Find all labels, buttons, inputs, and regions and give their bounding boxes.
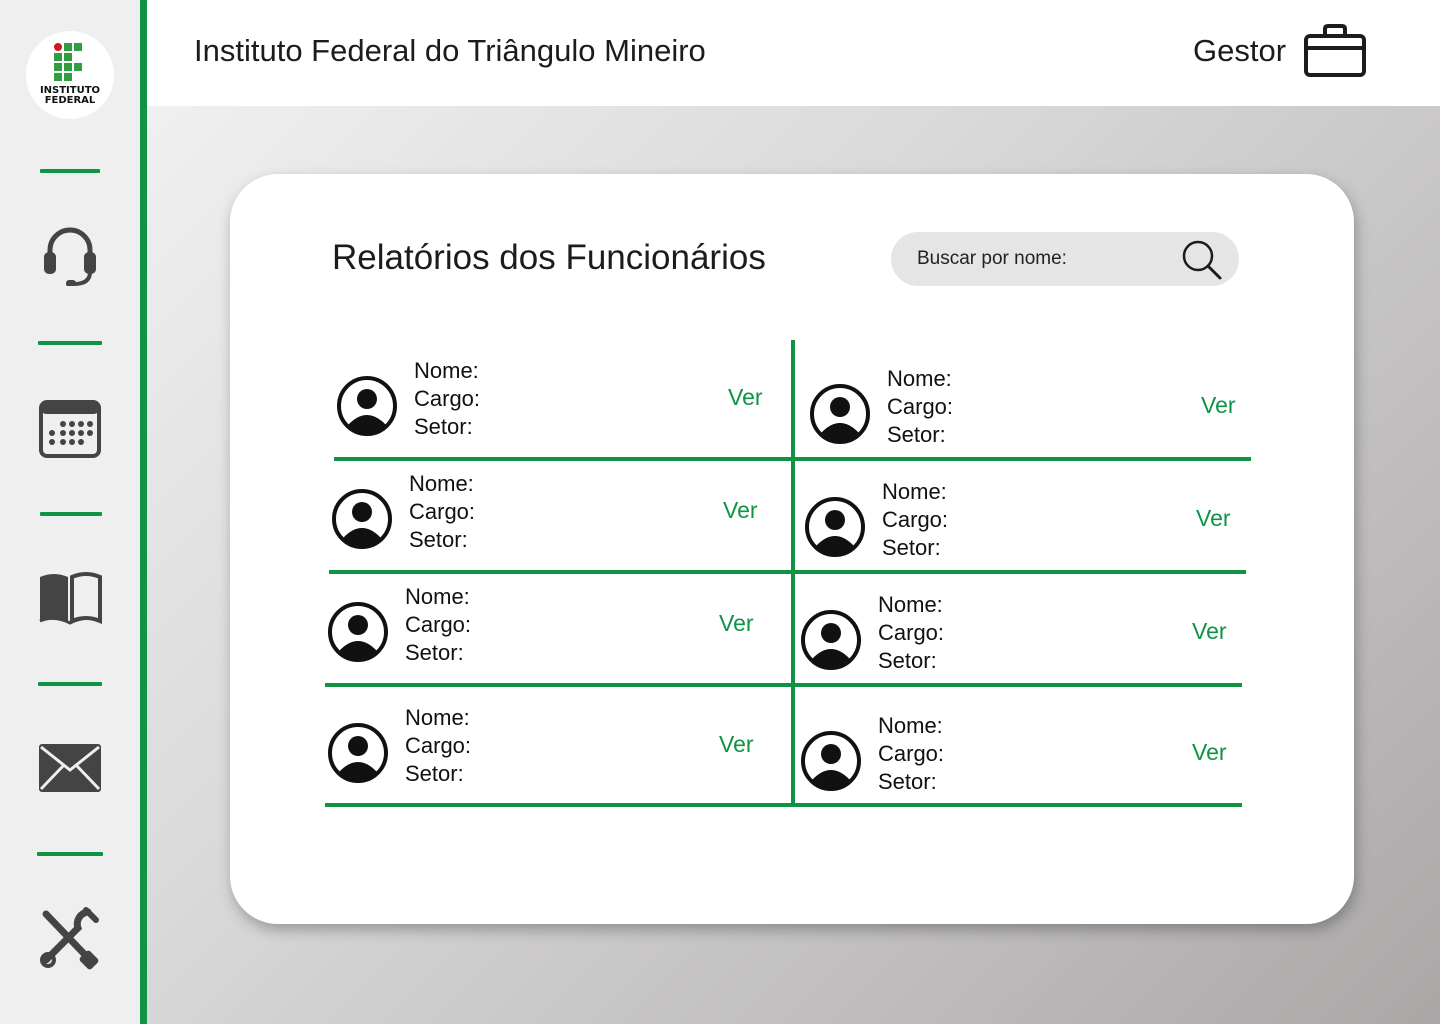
view-employee-link[interactable]: Ver bbox=[1192, 739, 1227, 766]
sidebar-divider bbox=[37, 852, 103, 856]
employee-sector-label: Setor: bbox=[878, 648, 937, 673]
user-role-label: Gestor bbox=[1193, 33, 1287, 68]
employee-card: Nome: Cargo: Setor: Ver bbox=[800, 591, 1240, 681]
view-employee-link[interactable]: Ver bbox=[1192, 618, 1227, 645]
view-employee-link[interactable]: Ver bbox=[723, 497, 758, 524]
employee-name-label: Nome: bbox=[409, 471, 474, 496]
user-avatar-icon bbox=[801, 610, 861, 670]
calendar-icon bbox=[39, 400, 101, 458]
report-title: Relatórios dos Funcionários bbox=[332, 238, 766, 277]
briefcase-icon[interactable] bbox=[1303, 24, 1367, 78]
top-header: Instituto Federal do Triângulo Mineiro G… bbox=[147, 0, 1440, 106]
search-input[interactable] bbox=[917, 232, 1167, 286]
search-icon[interactable] bbox=[1181, 239, 1223, 281]
sidebar-divider bbox=[38, 341, 102, 345]
sidebar-item-settings[interactable] bbox=[30, 898, 110, 978]
employee-sector-label: Setor: bbox=[405, 761, 464, 786]
employee-card: Nome: Cargo: Setor: Ver bbox=[804, 478, 1244, 568]
employee-card: Nome: Cargo: Setor: Ver bbox=[809, 365, 1249, 455]
institution-logo[interactable]: INSTITUTO FEDERAL bbox=[26, 31, 114, 119]
view-employee-link[interactable]: Ver bbox=[719, 610, 754, 637]
employee-card: Nome: Cargo: Setor: Ver bbox=[327, 583, 767, 673]
headset-icon bbox=[44, 227, 96, 286]
sidebar-divider bbox=[40, 512, 102, 516]
employee-name-label: Nome: bbox=[887, 366, 952, 391]
employee-card: Nome: Cargo: Setor: Ver bbox=[336, 357, 776, 447]
employee-name-label: Nome: bbox=[878, 713, 943, 738]
employee-name-label: Nome: bbox=[878, 592, 943, 617]
employee-sector-label: Setor: bbox=[882, 535, 941, 560]
grid-divider-horizontal bbox=[325, 803, 1242, 807]
employee-sector-label: Setor: bbox=[405, 640, 464, 665]
employee-role-label: Cargo: bbox=[878, 741, 945, 766]
view-employee-link[interactable]: Ver bbox=[728, 384, 763, 411]
tools-icon bbox=[40, 907, 99, 970]
employee-name-label: Nome: bbox=[882, 479, 947, 504]
view-employee-link[interactable]: Ver bbox=[1196, 505, 1231, 532]
user-avatar-icon bbox=[328, 723, 388, 783]
envelope-icon bbox=[39, 744, 101, 792]
logo-text-line2: FEDERAL bbox=[44, 95, 96, 106]
employee-name-label: Nome: bbox=[405, 705, 470, 730]
employee-role-label: Cargo: bbox=[405, 733, 472, 758]
employee-card: Nome: Cargo: Setor: Ver bbox=[331, 470, 771, 560]
employee-role-label: Cargo: bbox=[414, 386, 481, 411]
employee-role-label: Cargo: bbox=[882, 507, 949, 532]
page-title: Instituto Federal do Triângulo Mineiro bbox=[194, 33, 706, 68]
sidebar-item-calendar[interactable] bbox=[30, 388, 110, 468]
view-employee-link[interactable]: Ver bbox=[1201, 392, 1236, 419]
sidebar-divider bbox=[40, 169, 100, 173]
employee-name-label: Nome: bbox=[405, 584, 470, 609]
sidebar-item-support[interactable] bbox=[30, 215, 110, 295]
sidebar-item-library[interactable] bbox=[30, 557, 110, 637]
employee-sector-label: Setor: bbox=[887, 422, 946, 447]
user-avatar-icon bbox=[810, 384, 870, 444]
employee-role-label: Cargo: bbox=[409, 499, 476, 524]
book-icon bbox=[39, 572, 102, 625]
employee-sector-label: Setor: bbox=[414, 414, 473, 439]
view-employee-link[interactable]: Ver bbox=[719, 731, 754, 758]
sidebar: INSTITUTO FEDERAL bbox=[0, 0, 140, 1024]
employee-sector-label: Setor: bbox=[878, 769, 937, 794]
grid-divider-horizontal bbox=[334, 457, 1251, 461]
user-avatar-icon bbox=[332, 489, 392, 549]
employee-card: Nome: Cargo: Setor: Ver bbox=[800, 712, 1240, 802]
user-avatar-icon bbox=[801, 731, 861, 791]
sidebar-divider bbox=[38, 682, 102, 686]
grid-divider-horizontal bbox=[329, 570, 1246, 574]
employee-role-label: Cargo: bbox=[878, 620, 945, 645]
grid-divider-horizontal bbox=[325, 683, 1242, 687]
employee-role-label: Cargo: bbox=[405, 612, 472, 637]
user-avatar-icon bbox=[337, 376, 397, 436]
user-avatar-icon bbox=[328, 602, 388, 662]
employee-card: Nome: Cargo: Setor: Ver bbox=[327, 704, 767, 794]
sidebar-border bbox=[140, 0, 147, 1024]
employees-report-card: Relatórios dos Funcionários Nome: Cargo:… bbox=[230, 174, 1354, 924]
sidebar-item-messages[interactable] bbox=[30, 728, 110, 808]
search-bar bbox=[891, 232, 1239, 286]
employee-sector-label: Setor: bbox=[409, 527, 468, 552]
user-avatar-icon bbox=[805, 497, 865, 557]
employee-role-label: Cargo: bbox=[887, 394, 954, 419]
employee-name-label: Nome: bbox=[414, 358, 479, 383]
